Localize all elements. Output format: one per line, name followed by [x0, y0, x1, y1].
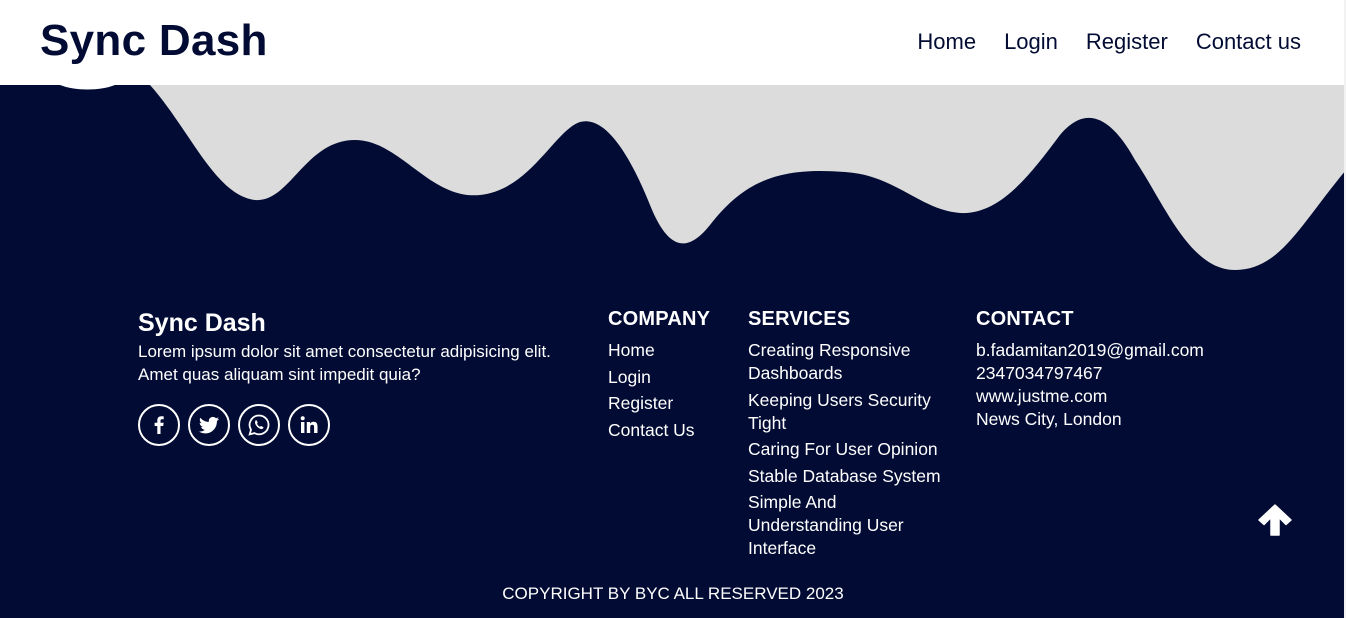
facebook-link[interactable]	[138, 404, 180, 446]
contact-email: b.fadamitan2019@gmail.com	[976, 340, 1204, 360]
copyright-text: COPYRIGHT BY BYC ALL RESERVED 2023	[502, 584, 844, 603]
service-item[interactable]: Stable Database System	[748, 465, 953, 488]
contact-details: b.fadamitan2019@gmail.com 2347034797467 …	[976, 339, 1236, 431]
footer-brand: Sync Dash	[138, 309, 266, 337]
twitter-link[interactable]	[188, 404, 230, 446]
nav-links: Home Login Register Contact us	[917, 29, 1301, 55]
linkedin-icon	[300, 416, 318, 433]
contact-phone: 2347034797467	[976, 363, 1103, 383]
whatsapp-icon	[248, 414, 270, 436]
linkedin-link[interactable]	[288, 404, 330, 446]
footer-company: COMPANY Home Login Register Contact Us	[608, 308, 738, 445]
navbar: Sync Dash Home Login Register Contact us	[0, 0, 1346, 85]
brand-logo[interactable]: Sync Dash	[40, 16, 268, 66]
nav-link-register[interactable]: Register	[1086, 29, 1168, 55]
footer-about-text: Lorem ipsum dolor sit amet consectetur a…	[138, 342, 551, 384]
nav-link-login[interactable]: Login	[1004, 29, 1058, 55]
service-item[interactable]: Simple And Understanding User Interface	[748, 491, 953, 560]
page: Sync Dash Home Login Register Contact us…	[0, 0, 1346, 618]
footer-link-contact-us[interactable]: Contact Us	[608, 419, 738, 442]
scroll-to-top-button[interactable]	[1256, 502, 1294, 538]
facebook-icon	[154, 416, 164, 434]
nav-link-home[interactable]: Home	[917, 29, 976, 55]
contact-address: News City, London	[976, 409, 1122, 429]
footer: Sync Dash Lorem ipsum dolor sit amet con…	[0, 0, 1346, 618]
contact-heading: CONTACT	[976, 308, 1074, 330]
twitter-icon	[198, 416, 219, 434]
footer-contact: CONTACT b.fadamitan2019@gmail.com 234703…	[976, 308, 1236, 431]
footer-services: SERVICES Creating Responsive Dashboards …	[748, 308, 953, 564]
nav-link-contact-us[interactable]: Contact us	[1196, 29, 1301, 55]
service-item[interactable]: Creating Responsive Dashboards	[748, 339, 953, 385]
arrow-up-icon	[1258, 504, 1292, 536]
footer-link-login[interactable]: Login	[608, 366, 738, 389]
service-item[interactable]: Caring For User Opinion	[748, 438, 953, 461]
footer-link-register[interactable]: Register	[608, 392, 738, 415]
services-links: Creating Responsive Dashboards Keeping U…	[748, 339, 953, 560]
company-heading: COMPANY	[608, 308, 711, 330]
service-item[interactable]: Keeping Users Security Tight	[748, 389, 953, 435]
social-links	[138, 404, 588, 446]
footer-link-home[interactable]: Home	[608, 339, 738, 362]
footer-about: Sync Dash Lorem ipsum dolor sit amet con…	[138, 309, 588, 446]
company-links: Home Login Register Contact Us	[608, 339, 738, 442]
services-heading: SERVICES	[748, 308, 851, 330]
whatsapp-link[interactable]	[238, 404, 280, 446]
contact-website: www.justme.com	[976, 386, 1108, 406]
